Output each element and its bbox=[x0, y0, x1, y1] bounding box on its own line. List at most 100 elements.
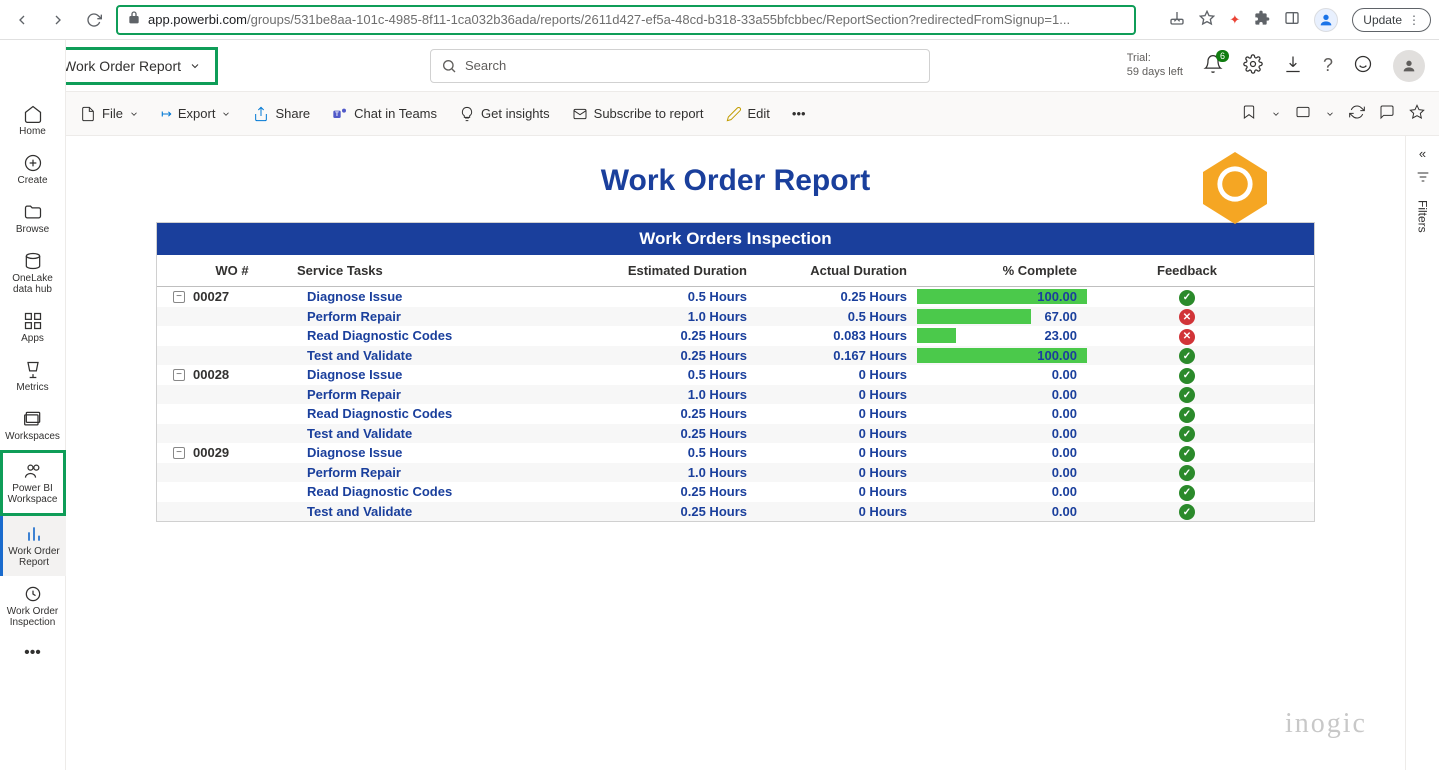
table-row[interactable]: Test and Validate0.25 Hours0.167 Hours10… bbox=[157, 346, 1314, 366]
star-icon[interactable] bbox=[1199, 10, 1215, 29]
update-button[interactable]: Update⋮ bbox=[1352, 8, 1431, 32]
task-cell: Perform Repair bbox=[297, 465, 597, 480]
act-cell: 0.25 Hours bbox=[767, 289, 917, 304]
app-header: Work Order Report Search Trial:59 days l… bbox=[0, 40, 1439, 92]
est-cell: 1.0 Hours bbox=[597, 387, 767, 402]
report-title-dropdown[interactable]: Work Order Report bbox=[46, 47, 218, 85]
more-actions[interactable]: ••• bbox=[792, 106, 806, 121]
file-menu[interactable]: File bbox=[80, 106, 139, 122]
header-act: Actual Duration bbox=[767, 263, 917, 278]
share-button[interactable]: Share bbox=[253, 106, 310, 122]
feedback-cell: ✓ bbox=[1087, 444, 1287, 462]
brand-logo bbox=[1195, 148, 1275, 228]
nav-work-order-inspection[interactable]: Work Order Inspection bbox=[0, 576, 66, 636]
table-row[interactable]: Test and Validate0.25 Hours0 Hours0.00✓ bbox=[157, 502, 1314, 522]
table-row[interactable]: −00027Diagnose Issue0.5 Hours0.25 Hours1… bbox=[157, 287, 1314, 307]
table-row[interactable]: Perform Repair1.0 Hours0 Hours0.00✓ bbox=[157, 463, 1314, 483]
export-menu[interactable]: ↦Export bbox=[161, 106, 231, 122]
nav-browse[interactable]: Browse bbox=[0, 194, 66, 243]
table-banner: Work Orders Inspection bbox=[157, 223, 1314, 255]
collapse-icon[interactable]: « bbox=[1419, 146, 1426, 161]
notifications-button[interactable]: 6 bbox=[1203, 54, 1223, 77]
est-cell: 0.5 Hours bbox=[597, 289, 767, 304]
header-pct: % Complete bbox=[917, 263, 1087, 278]
check-icon: ✓ bbox=[1179, 348, 1195, 364]
pct-cell: 0.00 bbox=[917, 445, 1087, 460]
pct-cell: 0.00 bbox=[917, 406, 1087, 421]
expander-icon[interactable]: − bbox=[173, 291, 185, 303]
check-icon: ✓ bbox=[1179, 485, 1195, 501]
nav-onelake[interactable]: OneLake data hub bbox=[0, 243, 66, 303]
act-cell: 0 Hours bbox=[767, 367, 917, 382]
pct-cell: 0.00 bbox=[917, 426, 1087, 441]
extensions-icon[interactable] bbox=[1254, 10, 1270, 29]
favorite-button[interactable] bbox=[1409, 104, 1425, 123]
refresh-button[interactable] bbox=[1349, 104, 1365, 123]
est-cell: 0.25 Hours bbox=[597, 328, 767, 343]
expander-icon[interactable]: − bbox=[173, 447, 185, 459]
feedback-button[interactable] bbox=[1353, 54, 1373, 77]
subscribe-button[interactable]: Subscribe to report bbox=[572, 106, 704, 122]
table-row[interactable]: Read Diagnostic Codes0.25 Hours0.083 Hou… bbox=[157, 326, 1314, 346]
help-button[interactable]: ? bbox=[1323, 55, 1333, 76]
edit-button[interactable]: Edit bbox=[726, 106, 770, 122]
forward-button[interactable] bbox=[44, 6, 72, 34]
task-cell: Test and Validate bbox=[297, 504, 597, 519]
insights-button[interactable]: Get insights bbox=[459, 106, 550, 122]
feedback-cell: ✓ bbox=[1087, 483, 1287, 501]
pct-cell: 0.00 bbox=[917, 465, 1087, 480]
feedback-cell: ✓ bbox=[1087, 425, 1287, 443]
est-cell: 0.25 Hours bbox=[597, 504, 767, 519]
view-button[interactable] bbox=[1295, 104, 1311, 123]
table-row[interactable]: Read Diagnostic Codes0.25 Hours0 Hours0.… bbox=[157, 482, 1314, 502]
task-cell: Read Diagnostic Codes bbox=[297, 406, 597, 421]
expander-icon[interactable]: − bbox=[173, 369, 185, 381]
feedback-cell: ✓ bbox=[1087, 347, 1287, 365]
header-wo: WO # bbox=[167, 263, 297, 278]
table-row[interactable]: −00028Diagnose Issue0.5 Hours0 Hours0.00… bbox=[157, 365, 1314, 385]
reload-button[interactable] bbox=[80, 6, 108, 34]
sidepanel-icon[interactable] bbox=[1284, 10, 1300, 29]
task-cell: Read Diagnostic Codes bbox=[297, 328, 597, 343]
nav-home[interactable]: Home bbox=[0, 96, 66, 145]
comment-button[interactable] bbox=[1379, 104, 1395, 123]
nav-more[interactable]: ••• bbox=[0, 636, 66, 670]
table-row[interactable]: Perform Repair1.0 Hours0.5 Hours67.00✕ bbox=[157, 307, 1314, 327]
chat-teams-button[interactable]: TChat in Teams bbox=[332, 106, 437, 122]
chevron-down-icon[interactable] bbox=[1325, 109, 1335, 119]
task-cell: Perform Repair bbox=[297, 387, 597, 402]
download-button[interactable] bbox=[1283, 54, 1303, 77]
back-button[interactable] bbox=[8, 6, 36, 34]
pct-cell: 0.00 bbox=[917, 504, 1087, 519]
profile-avatar[interactable] bbox=[1314, 8, 1338, 32]
bookmark-button[interactable] bbox=[1241, 104, 1257, 123]
assistant-icon[interactable]: ✦ bbox=[1229, 12, 1240, 28]
wo-cell: −00029 bbox=[167, 445, 297, 460]
share-icon[interactable] bbox=[1169, 10, 1185, 29]
act-cell: 0 Hours bbox=[767, 445, 917, 460]
browser-toolbar: app.powerbi.com/groups/531be8aa-101c-498… bbox=[0, 0, 1439, 40]
check-icon: ✓ bbox=[1179, 465, 1195, 481]
nav-apps[interactable]: Apps bbox=[0, 303, 66, 352]
table-row[interactable]: Read Diagnostic Codes0.25 Hours0 Hours0.… bbox=[157, 404, 1314, 424]
check-icon: ✓ bbox=[1179, 426, 1195, 442]
nav-work-order-report[interactable]: Work Order Report bbox=[0, 516, 66, 576]
search-input[interactable]: Search bbox=[430, 49, 930, 83]
nav-workspaces[interactable]: Workspaces bbox=[0, 401, 66, 450]
settings-button[interactable] bbox=[1243, 54, 1263, 77]
table-row[interactable]: −00029Diagnose Issue0.5 Hours0 Hours0.00… bbox=[157, 443, 1314, 463]
nav-metrics[interactable]: Metrics bbox=[0, 352, 66, 401]
task-cell: Test and Validate bbox=[297, 426, 597, 441]
nav-create[interactable]: Create bbox=[0, 145, 66, 194]
table-row[interactable]: Test and Validate0.25 Hours0 Hours0.00✓ bbox=[157, 424, 1314, 444]
report-table: Work Orders Inspection WO # Service Task… bbox=[156, 222, 1315, 522]
user-avatar[interactable] bbox=[1393, 50, 1425, 82]
nav-powerbi-workspace[interactable]: Power BI Workspace bbox=[0, 450, 66, 516]
check-icon: ✓ bbox=[1179, 504, 1195, 520]
wo-cell: −00028 bbox=[167, 367, 297, 382]
chevron-down-icon[interactable] bbox=[1271, 109, 1281, 119]
pct-cell: 23.00 bbox=[917, 328, 1087, 343]
filters-pane[interactable]: « Filters bbox=[1405, 136, 1439, 770]
address-bar[interactable]: app.powerbi.com/groups/531be8aa-101c-498… bbox=[116, 5, 1136, 35]
table-row[interactable]: Perform Repair1.0 Hours0 Hours0.00✓ bbox=[157, 385, 1314, 405]
